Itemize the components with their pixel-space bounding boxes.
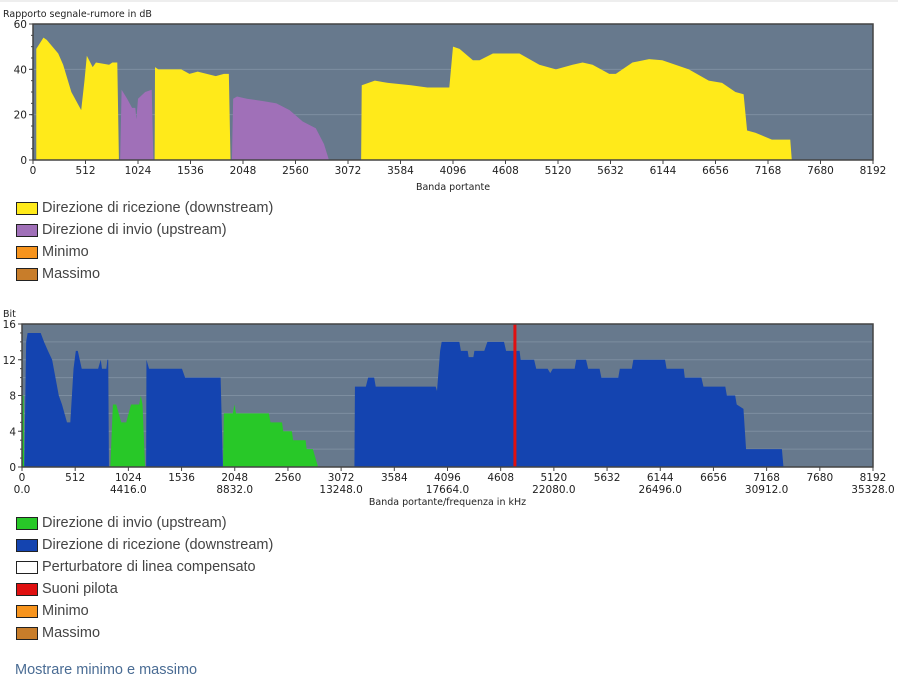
x-tick-label: 6144 (647, 472, 674, 484)
legend-label: Direzione di invio (upstream) (42, 515, 227, 531)
y-tick-label: 0 (20, 155, 27, 167)
legend-item: Minimo (16, 241, 273, 263)
legend-item: Direzione di ricezione (downstream) (16, 197, 273, 219)
x-tick-label: 1024 (125, 165, 152, 177)
legend-swatch (16, 516, 38, 530)
x-freq-label: 0.0 (14, 484, 31, 496)
legend-label: Minimo (42, 603, 89, 619)
show-min-max-link[interactable]: Mostrare minimo e massimo (15, 662, 197, 678)
legend-item: Direzione di invio (upstream) (16, 512, 273, 534)
x-tick-label: 1536 (177, 165, 204, 177)
legend-swatch (16, 538, 38, 552)
x-tick-label: 4608 (487, 472, 514, 484)
x-freq-label: 17664.0 (426, 484, 469, 496)
x-tick-label: 3584 (381, 472, 408, 484)
series-area-0 (154, 67, 231, 160)
legend-label: Suoni pilota (42, 581, 118, 597)
x-axis-title: Banda portante/frequenza in kHz (369, 497, 526, 508)
x-tick-label: 7168 (753, 472, 780, 484)
legend-swatch (16, 267, 38, 281)
x-tick-label: 0 (30, 165, 37, 177)
legend-label: Perturbatore di linea compensato (42, 559, 256, 575)
x-freq-label: 30912.0 (745, 484, 788, 496)
x-freq-label: 35328.0 (851, 484, 894, 496)
x-tick-label: 7680 (807, 165, 834, 177)
legend-swatch (16, 223, 38, 237)
x-tick-label: 6144 (650, 165, 677, 177)
legend-item: Suoni pilota (16, 578, 273, 600)
y-tick-label: 8 (9, 391, 16, 403)
y-tick-label: 12 (3, 355, 16, 367)
x-tick-label: 5632 (594, 472, 621, 484)
x-tick-label: 4608 (492, 165, 519, 177)
x-axis-title: Banda portante (416, 182, 490, 193)
y-tick-label: 0 (9, 462, 16, 474)
legend-swatch (16, 626, 38, 640)
x-tick-label: 1536 (168, 472, 195, 484)
legend-swatch (16, 582, 38, 596)
x-tick-label: 8192 (860, 472, 887, 484)
x-freq-label: 4416.0 (110, 484, 147, 496)
legend-item: Direzione di invio (upstream) (16, 219, 273, 241)
legend-label: Massimo (42, 625, 101, 641)
y-tick-label: 20 (14, 110, 27, 122)
x-tick-label: 0 (19, 472, 26, 484)
x-tick-label: 512 (75, 165, 95, 177)
snr-chart: Rapporto segnale-rumore in dB02040600 512… (3, 9, 887, 193)
legend-label: Direzione di invio (upstream) (42, 222, 227, 238)
x-tick-label: 8192 (860, 165, 887, 177)
legend-label: Minimo (42, 244, 89, 260)
legend-swatch (16, 245, 38, 259)
x-tick-label: 5632 (597, 165, 624, 177)
x-tick-label: 6656 (700, 472, 727, 484)
x-tick-label: 4096 (434, 472, 461, 484)
x-freq-label: 22080.0 (532, 484, 575, 496)
legend-item: Direzione di ricezione (downstream) (16, 534, 273, 556)
x-tick-label: 7680 (806, 472, 833, 484)
bit-legend: Direzione di invio (upstream) Direzione d… (16, 512, 273, 644)
snr-legend: Direzione di ricezione (downstream) Direz… (16, 197, 273, 285)
x-tick-label: 2560 (275, 472, 302, 484)
x-tick-label: 7168 (755, 165, 782, 177)
x-tick-label: 512 (65, 472, 85, 484)
legend-item: Massimo (16, 622, 273, 644)
y-tick-label: 40 (14, 64, 27, 76)
legend-item: Massimo (16, 263, 273, 285)
x-tick-label: 2048 (221, 472, 248, 484)
x-freq-label: 26496.0 (639, 484, 682, 496)
y-tick-label: 4 (9, 426, 16, 438)
legend-item: Minimo (16, 600, 273, 622)
legend-label: Direzione di ricezione (downstream) (42, 200, 274, 216)
x-tick-label: 1024 (115, 472, 142, 484)
x-tick-label: 2560 (282, 165, 309, 177)
x-tick-label: 6656 (702, 165, 729, 177)
legend-swatch (16, 201, 38, 215)
x-tick-label: 3072 (328, 472, 355, 484)
legend-swatch (16, 604, 38, 618)
legend-swatch (16, 560, 38, 574)
x-tick-label: 3072 (335, 165, 362, 177)
x-tick-label: 5120 (545, 165, 572, 177)
x-tick-label: 5120 (541, 472, 568, 484)
y-tick-label: 60 (14, 19, 27, 31)
legend-label: Direzione di ricezione (downstream) (42, 537, 274, 553)
x-freq-label: 8832.0 (216, 484, 253, 496)
x-tick-label: 4096 (440, 165, 467, 177)
x-tick-label: 3584 (387, 165, 414, 177)
y-tick-label: 16 (3, 319, 17, 331)
legend-item: Perturbatore di linea compensato (16, 556, 273, 578)
x-tick-label: 2048 (230, 165, 257, 177)
legend-label: Massimo (42, 266, 101, 282)
bit-chart: Bit048121600.0512 10244416.01536 20488832.… (3, 309, 895, 508)
x-freq-label: 13248.0 (319, 484, 362, 496)
